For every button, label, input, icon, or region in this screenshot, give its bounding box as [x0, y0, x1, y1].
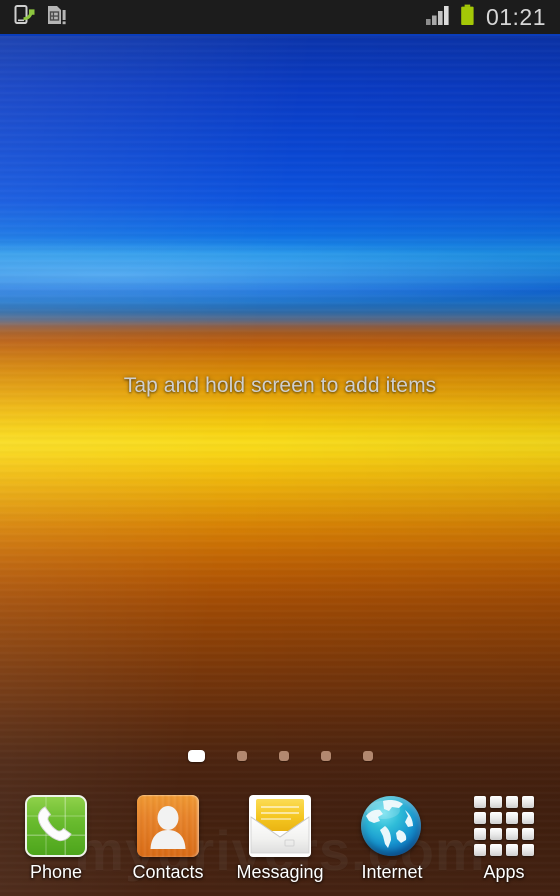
dock-label-internet: Internet — [361, 862, 423, 882]
contacts-icon[interactable] — [137, 795, 199, 857]
page-indicator-dot-2[interactable] — [236, 751, 247, 761]
add-items-hint-text: Tap and hold screen to add items — [123, 374, 437, 397]
android-home-screen: 01:21 Tap and hold screen to add items m… — [0, 0, 560, 896]
page-indicator-dot-1[interactable] — [187, 750, 205, 762]
dock-label-messaging: Messaging — [236, 862, 324, 882]
phone-icon[interactable] — [25, 795, 87, 857]
page-indicator-dot-5[interactable] — [362, 751, 373, 761]
page-indicator[interactable] — [0, 748, 560, 764]
status-bar-accent-line — [0, 34, 560, 36]
dock-item-internet[interactable]: Internet — [336, 788, 448, 896]
internet-icon[interactable] — [361, 795, 423, 857]
status-bar-right-icons: 01:21 — [425, 4, 560, 31]
dock-label-apps: Apps — [483, 862, 525, 882]
battery-full-icon — [460, 4, 475, 31]
status-bar-clock: 01:21 — [485, 3, 546, 30]
dock-label-contacts: Contacts — [132, 862, 204, 882]
dock-item-contacts[interactable]: Contacts — [112, 788, 224, 896]
dock: Phone Contacts Messaging Internet Apps — [0, 788, 560, 896]
page-indicator-dot-3[interactable] — [278, 751, 289, 761]
sim-card-alert-icon — [46, 4, 68, 31]
page-indicator-dot-4[interactable] — [320, 751, 331, 761]
dock-item-apps[interactable]: Apps — [448, 788, 560, 896]
dock-label-phone: Phone — [29, 862, 83, 882]
status-bar[interactable]: 01:21 — [0, 0, 560, 34]
messaging-icon[interactable] — [249, 795, 311, 857]
dock-item-phone[interactable]: Phone — [0, 788, 112, 896]
usb-transfer-icon — [14, 4, 36, 31]
status-bar-left-icons — [0, 4, 68, 31]
signal-bars-icon — [425, 4, 451, 31]
apps-grid-icon[interactable] — [473, 795, 535, 857]
dock-item-messaging[interactable]: Messaging — [224, 788, 336, 896]
